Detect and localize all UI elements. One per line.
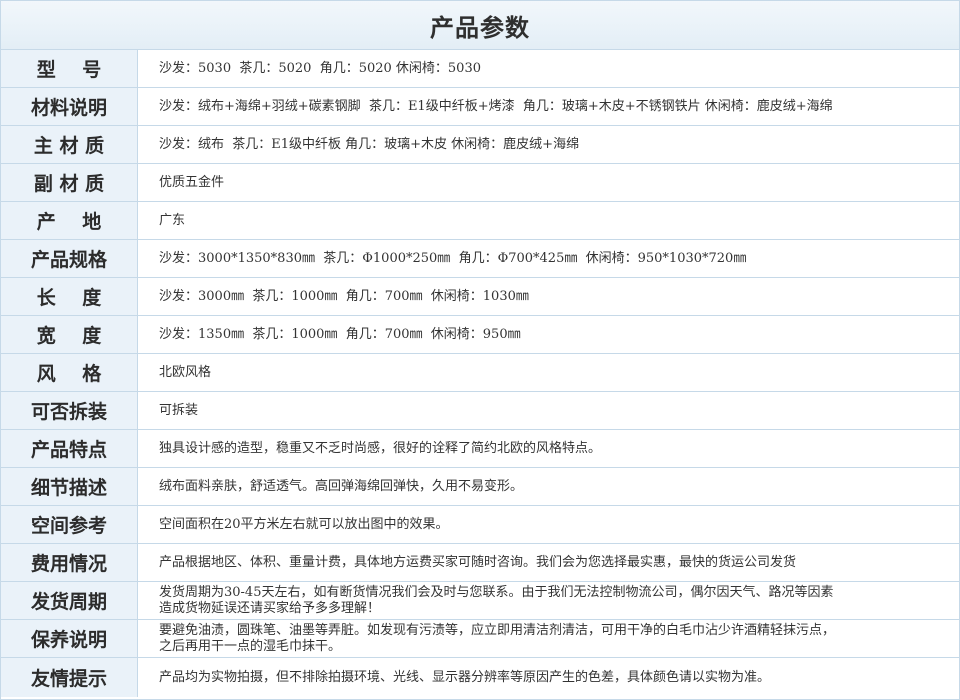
row-label: 友情提示 bbox=[1, 658, 138, 697]
row-label: 风 格 bbox=[1, 354, 138, 391]
table-row: 宽 度 沙发：1350㎜ 茶几：1000㎜ 角几：700㎜ 休闲椅：950㎜ bbox=[1, 316, 959, 354]
table-row: 型 号 沙发：5030 茶几：5020 角几：5020 休闲椅：5030 bbox=[1, 50, 959, 88]
row-value: 独具设计感的造型，稳重又不乏时尚感，很好的诠释了简约北欧的风格特点。 bbox=[159, 440, 602, 456]
table-row: 产品规格 沙发：3000*1350*830㎜ 茶几：Φ1000*250㎜ 角几：Φ… bbox=[1, 240, 959, 278]
table-row: 保养说明 要避免油渍，圆珠笔、油墨等弄脏。如发现有污渍等，应立即用清洁剂清洁，可用… bbox=[1, 620, 959, 658]
row-label: 主 材 质 bbox=[1, 126, 138, 163]
row-value: 发货周期为30-45天左右，如有断货情况我们会及时与您联系。由于我们无法控制物流… bbox=[159, 584, 834, 616]
table-row: 风 格 北欧风格 bbox=[1, 354, 959, 392]
row-value: 沙发：5030 茶几：5020 角几：5020 休闲椅：5030 bbox=[159, 60, 481, 76]
table-row: 可否拆装 可拆装 bbox=[1, 392, 959, 430]
row-value: 空间面积在20平方米左右就可以放出图中的效果。 bbox=[159, 516, 449, 532]
row-label: 产 地 bbox=[1, 202, 138, 239]
row-label: 型 号 bbox=[1, 50, 138, 87]
row-label: 可否拆装 bbox=[1, 392, 138, 429]
row-label: 发货周期 bbox=[1, 582, 138, 619]
row-value: 产品根据地区、体积、重量计费，具体地方运费买家可随时咨询。我们会为您选择最实惠，… bbox=[159, 554, 797, 570]
row-value: 北欧风格 bbox=[159, 364, 212, 380]
row-label: 细节描述 bbox=[1, 468, 138, 505]
row-value: 沙发：绒布+海绵+羽绒+碳素钢脚 茶几：E1级中纤板+烤漆 角几：玻璃+木皮+不… bbox=[159, 98, 833, 114]
row-value: 沙发：1350㎜ 茶几：1000㎜ 角几：700㎜ 休闲椅：950㎜ bbox=[159, 326, 521, 342]
table-title: 产品参数 bbox=[1, 1, 959, 50]
row-label: 长 度 bbox=[1, 278, 138, 315]
product-params-table: 产品参数 型 号 沙发：5030 茶几：5020 角几：5020 休闲椅：5030… bbox=[0, 0, 960, 700]
table-row: 材料说明 沙发：绒布+海绵+羽绒+碳素钢脚 茶几：E1级中纤板+烤漆 角几：玻璃+… bbox=[1, 88, 959, 126]
row-value: 优质五金件 bbox=[159, 174, 225, 190]
row-label: 材料说明 bbox=[1, 88, 138, 125]
table-row: 主 材 质 沙发：绒布 茶几：E1级中纤板 角几：玻璃+木皮 休闲椅：鹿皮绒+海绵 bbox=[1, 126, 959, 164]
table-row: 产 地 广东 bbox=[1, 202, 959, 240]
table-row: 费用情况 产品根据地区、体积、重量计费，具体地方运费买家可随时咨询。我们会为您选择… bbox=[1, 544, 959, 582]
row-value: 要避免油渍，圆珠笔、油墨等弄脏。如发现有污渍等，应立即用清洁剂清洁，可用干净的白… bbox=[159, 622, 836, 654]
params-rows: 型 号沙发：5030 茶几：5020 角几：5020 休闲椅：5030 材料说明沙… bbox=[1, 50, 959, 697]
table-row: 副 材 质 优质五金件 bbox=[1, 164, 959, 202]
table-row: 细节描述 绒布面料亲肤，舒适透气。高回弹海绵回弹快，久用不易变形。 bbox=[1, 468, 959, 506]
row-value: 绒布面料亲肤，舒适透气。高回弹海绵回弹快，久用不易变形。 bbox=[159, 478, 524, 494]
row-label: 产品规格 bbox=[1, 240, 138, 277]
row-value: 沙发：3000*1350*830㎜ 茶几：Φ1000*250㎜ 角几：Φ700*… bbox=[159, 250, 747, 266]
row-label: 空间参考 bbox=[1, 506, 138, 543]
table-row: 长 度 沙发：3000㎜ 茶几：1000㎜ 角几：700㎜ 休闲椅：1030㎜ bbox=[1, 278, 959, 316]
row-value: 可拆装 bbox=[159, 402, 199, 418]
row-label: 产品特点 bbox=[1, 430, 138, 467]
row-label: 副 材 质 bbox=[1, 164, 138, 201]
row-label: 费用情况 bbox=[1, 544, 138, 581]
table-row: 产品特点 独具设计感的造型，稳重又不乏时尚感，很好的诠释了简约北欧的风格特点。 bbox=[1, 430, 959, 468]
table-row: 发货周期 发货周期为30-45天左右，如有断货情况我们会及时与您联系。由于我们无法… bbox=[1, 582, 959, 620]
row-value: 广东 bbox=[159, 212, 186, 228]
row-label: 宽 度 bbox=[1, 316, 138, 353]
table-row: 空间参考 空间面积在20平方米左右就可以放出图中的效果。 bbox=[1, 506, 959, 544]
row-value: 沙发：绒布 茶几：E1级中纤板 角几：玻璃+木皮 休闲椅：鹿皮绒+海绵 bbox=[159, 136, 580, 152]
row-label: 保养说明 bbox=[1, 620, 138, 657]
row-value: 产品均为实物拍摄，但不排除拍摄环境、光线、显示器分辨率等原因产生的色差，具体颜色… bbox=[159, 669, 771, 685]
row-value: 沙发：3000㎜ 茶几：1000㎜ 角几：700㎜ 休闲椅：1030㎜ bbox=[159, 288, 529, 304]
table-row: 友情提示 产品均为实物拍摄，但不排除拍摄环境、光线、显示器分辨率等原因产生的色差，… bbox=[1, 658, 959, 697]
